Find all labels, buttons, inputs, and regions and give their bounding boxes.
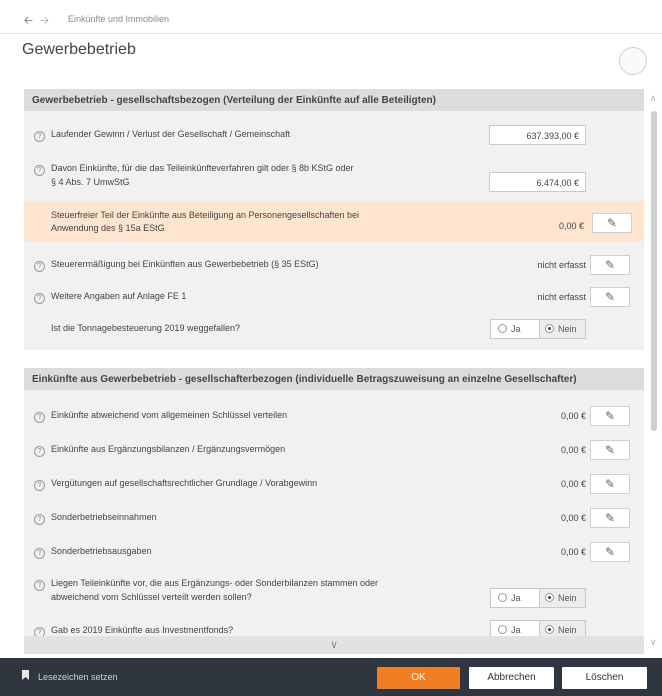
help-circle-icon[interactable]: ? [34,548,45,559]
row-special-income: ? Sonderbetriebseinnahmen 0,00 € ✎ [24,506,644,530]
pencil-icon[interactable]: ✎ [590,406,630,426]
row-value: 0,00 € [560,411,586,421]
row-label: Weitere Angaben auf Anlage FE 1 [51,291,187,301]
arrow-left-icon[interactable]: 🡠 [24,12,33,31]
row-label-line2: Anwendung des § 15a EStG [51,223,165,233]
help-circle-icon[interactable]: ? [34,480,45,491]
scroll-up-icon[interactable]: ∧ [650,93,657,104]
section-header: Gewerbebetrieb - gesellschaftsbezogen (V… [24,89,644,111]
ok-button[interactable]: OK [377,667,460,689]
page-title: Gewerbebetrieb [22,41,136,58]
radio-yes[interactable]: Ja [498,324,521,334]
row-label: Ist die Tonnagebesteuerung 2019 weggefal… [51,323,240,333]
radio-no[interactable]: Nein [545,324,577,334]
section-company-related: Gewerbebetrieb - gesellschaftsbezogen (V… [24,89,644,350]
row-partial-income-question: ? Liegen Teileinkünfte vor, die aus Ergän… [24,574,644,610]
radio-no[interactable]: Nein [545,593,577,603]
scrollbar[interactable]: ∧ ∨ [648,89,660,651]
delete-button[interactable]: Löschen [562,667,647,689]
row-partial-income: ? Davon Einkünfte, für die das Teileinkün… [24,159,644,195]
pencil-icon[interactable]: ✎ [590,255,630,275]
row-value: 0,00 € [560,547,586,557]
row-label: Davon Einkünfte, für die das Teileinkünf… [51,163,354,173]
pencil-icon[interactable]: ✎ [590,474,630,494]
row-label: Steuerermäßigung bei Einkünften aus Gewe… [51,259,319,269]
section-partner-related: Einkünfte aus Gewerbebetrieb - gesellsch… [24,368,644,650]
help-circle-icon[interactable]: ? [34,165,45,176]
scroll-down-icon[interactable]: ∨ [650,637,657,648]
partial-income-input[interactable]: 6.474,00 € [489,172,586,192]
section-title: Einkünfte aus Gewerbebetrieb - gesellsch… [32,374,577,385]
radio-no[interactable]: Nein [545,625,577,635]
row-compensation: ? Vergütungen auf gesellschaftsrechtliche… [24,472,644,496]
bookmark-link[interactable]: Lesezeichen setzen [38,672,118,682]
row-label: Sonderbetriebseinnahmen [51,512,157,522]
help-circle-icon[interactable]: ? [34,412,45,423]
pencil-icon[interactable]: ✎ [590,542,630,562]
row-supplementary-balance: ? Einkünfte aus Ergänzungsbilanzen / Ergä… [24,438,644,462]
tonnage-tax-toggle[interactable]: Ja Nein [490,319,586,339]
row-label: Gab es 2019 Einkünfte aus Investmentfond… [51,625,234,635]
row-value: 0,00 € [560,479,586,489]
scrollbar-thumb[interactable] [651,111,657,431]
top-navigation: 🡠 🡢 Einkünfte und Immobilien [0,0,662,34]
row-label: Vergütungen auf gesellschaftsrechtlicher… [51,478,318,488]
status-circle-icon [619,47,647,75]
row-value: nicht erfasst [537,292,586,302]
help-circle-icon[interactable]: ? [34,131,45,142]
help-circle-icon[interactable]: ? [34,580,45,591]
pencil-icon[interactable]: ✎ [592,213,632,233]
row-current-profit: ? Laufender Gewinn / Verlust der Gesellsc… [24,123,644,147]
row-label: Laufender Gewinn / Verlust der Gesellsch… [51,129,291,139]
row-special-expenses: ? Sonderbetriebsausgaben 0,00 € ✎ [24,540,644,564]
pencil-icon[interactable]: ✎ [590,508,630,528]
row-deviating-key: ? Einkünfte abweichend vom allgemeinen Sc… [24,404,644,428]
row-label: Steuerfreier Teil der Einkünfte aus Bete… [51,210,360,220]
chevron-down-icon[interactable]: ∨ [24,636,644,654]
row-label: Einkünfte abweichend vom allgemeinen Sch… [51,410,288,420]
help-circle-icon[interactable]: ? [34,514,45,525]
row-value: 0,00 € [560,513,586,523]
row-label-line2: abweichend vom Schlüssel verteilt werden… [51,592,252,602]
help-circle-icon[interactable]: ? [34,446,45,457]
row-value: 0,00 € [560,445,586,455]
radio-yes[interactable]: Ja [498,593,521,603]
cancel-button[interactable]: Abbrechen [469,667,554,689]
row-tonnage-tax: Ist die Tonnagebesteuerung 2019 weggefal… [24,317,644,341]
row-label: Liegen Teileinkünfte vor, die aus Ergänz… [51,578,379,588]
row-label-line2: § 4 Abs. 7 UmwStG [51,177,130,187]
partial-income-toggle[interactable]: Ja Nein [490,588,586,608]
row-tax-free-part: Steuerfreier Teil der Einkünfte aus Bete… [24,207,644,237]
bookmark-icon[interactable] [22,670,29,680]
row-value: nicht erfasst [537,260,586,270]
footer-bar: Lesezeichen setzen OK Abbrechen Löschen [0,658,662,696]
row-label: Einkünfte aus Ergänzungsbilanzen / Ergän… [51,444,286,454]
pencil-icon[interactable]: ✎ [590,440,630,460]
section-header: Einkünfte aus Gewerbebetrieb - gesellsch… [24,368,644,390]
pencil-icon[interactable]: ✎ [590,287,630,307]
row-tax-reduction: ? Steuerermäßigung bei Einkünften aus Gew… [24,253,644,277]
radio-yes[interactable]: Ja [498,625,521,635]
section-title: Gewerbebetrieb - gesellschaftsbezogen (V… [32,95,436,106]
help-circle-icon[interactable]: ? [34,261,45,272]
arrow-right-icon[interactable]: 🡢 [40,12,49,31]
row-label: Sonderbetriebsausgaben [51,546,152,556]
row-value: 0,00 € [558,221,584,231]
help-circle-icon[interactable]: ? [34,293,45,304]
breadcrumb[interactable]: Einkünfte und Immobilien [68,14,169,24]
profit-input[interactable]: 637.393,00 € [489,125,586,145]
row-further-info: ? Weitere Angaben auf Anlage FE 1 nicht e… [24,285,644,309]
